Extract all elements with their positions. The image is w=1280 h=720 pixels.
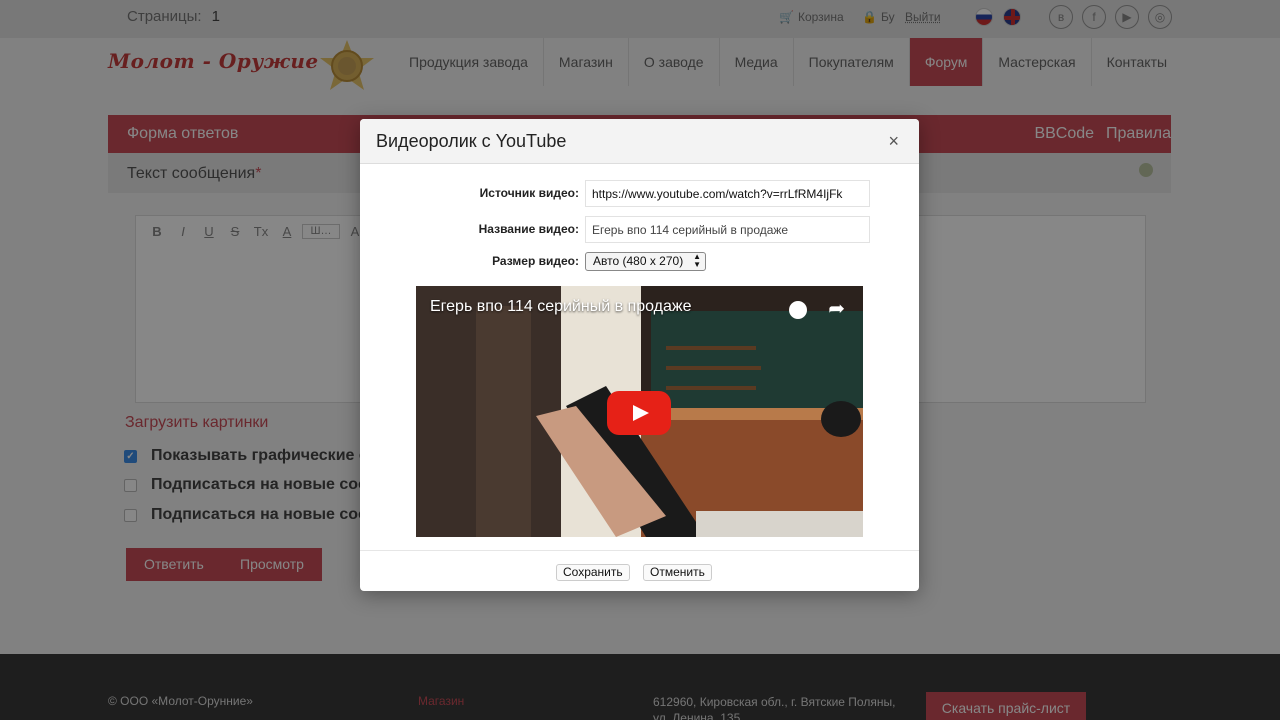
cancel-button[interactable]: Отменить (643, 564, 712, 581)
dialog-title: Видеоролик с YouTube (376, 131, 567, 151)
save-button[interactable]: Сохранить (556, 564, 630, 581)
select-arrows-icon: ▲ ▼ (693, 252, 701, 269)
youtube-video-dialog: Видеоролик с YouTube × Источник видео: Н… (360, 119, 919, 591)
video-size-label: Размер видео: (492, 254, 579, 268)
share-icon[interactable]: ➦ (828, 296, 845, 321)
video-preview[interactable]: Егерь впо 114 серийный в продаже ➦ (416, 286, 863, 537)
dialog-header: Видеоролик с YouTube × (360, 119, 919, 164)
play-icon[interactable] (607, 391, 671, 435)
close-icon[interactable]: × (888, 131, 899, 152)
video-source-input[interactable] (585, 180, 870, 207)
video-size-select[interactable]: Авто (480 x 270) ▲ ▼ (585, 252, 706, 271)
dialog-footer: Сохранить Отменить (360, 550, 919, 591)
video-title: Егерь впо 114 серийный в продаже (430, 298, 692, 315)
video-name-input[interactable] (585, 216, 870, 243)
watch-later-icon[interactable] (789, 301, 807, 319)
video-name-label: Название видео: (478, 222, 579, 236)
source-label: Источник видео: (479, 186, 579, 200)
